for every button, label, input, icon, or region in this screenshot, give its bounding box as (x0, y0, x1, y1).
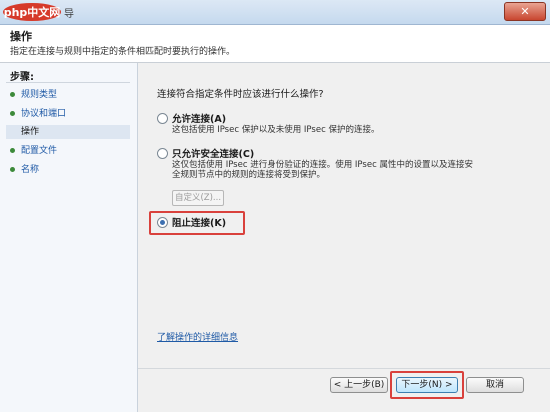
step-dot-icon (10, 148, 15, 153)
allow-connection-description: 这包括使用 IPsec 保护以及未使用 IPsec 保护的连接。 (172, 125, 380, 135)
footer-divider (138, 368, 550, 369)
secure-connection-description-line2: 全规则节点中的规则的连接将受到保护。 (172, 170, 326, 180)
action-question: 连接符合指定条件时应该进行什么操作? (157, 89, 324, 100)
step-dot-icon (10, 111, 15, 116)
wizard-header: 操作 指定在连接与规则中指定的条件相匹配时要执行的操作。 (0, 25, 550, 63)
sidebar-item-rule-type[interactable]: 规则类型 (6, 88, 130, 102)
block-connection-label[interactable]: 阻止连接(K) (172, 215, 226, 229)
sidebar-item-label: 操作 (21, 127, 40, 137)
sidebar-item-label: 名称 (21, 165, 40, 175)
secure-connection-label[interactable]: 只允许安全连接(C) (172, 146, 254, 160)
page-title: 操作 (10, 30, 32, 43)
secure-connection-description-line1: 这仅包括使用 IPsec 进行身份验证的连接。使用 IPsec 属性中的设置以及… (172, 160, 473, 170)
sidebar-item-name[interactable]: 名称 (6, 163, 130, 177)
block-connection-radio[interactable] (157, 217, 168, 228)
sidebar-item-action[interactable]: 操作 (6, 125, 130, 139)
steps-divider (6, 82, 130, 83)
title-bar: php中文网 导 ✕ (0, 0, 550, 25)
customize-button[interactable]: 自定义(Z)... (172, 190, 224, 206)
next-button-highlight (390, 371, 464, 399)
php-logo-icon: php中文网 (3, 3, 61, 21)
allow-connection-radio[interactable] (157, 113, 168, 124)
close-button[interactable]: ✕ (504, 2, 546, 21)
cancel-button[interactable]: 取消 (466, 377, 524, 393)
back-button[interactable]: < 上一步(B) (330, 377, 388, 393)
secure-connection-radio[interactable] (157, 148, 168, 159)
allow-connection-label[interactable]: 允许连接(A) (172, 111, 226, 125)
sidebar-item-protocol-port[interactable]: 协议和端口 (6, 107, 130, 121)
page-description: 指定在连接与规则中指定的条件相匹配时要执行的操作。 (10, 47, 236, 57)
sidebar-item-label: 配置文件 (21, 146, 58, 156)
learn-more-link[interactable]: 了解操作的详细信息 (157, 330, 238, 343)
sidebar-item-label: 规则类型 (21, 90, 58, 100)
close-icon: ✕ (520, 5, 530, 18)
window-title: 导 (64, 9, 74, 20)
step-dot-icon (10, 167, 15, 172)
sidebar-item-label: 协议和端口 (21, 109, 67, 119)
step-dot-icon (10, 92, 15, 97)
steps-heading: 步骤: (10, 72, 34, 83)
logo-text: php中文网 (4, 5, 61, 19)
sidebar-item-profile[interactable]: 配置文件 (6, 144, 130, 158)
